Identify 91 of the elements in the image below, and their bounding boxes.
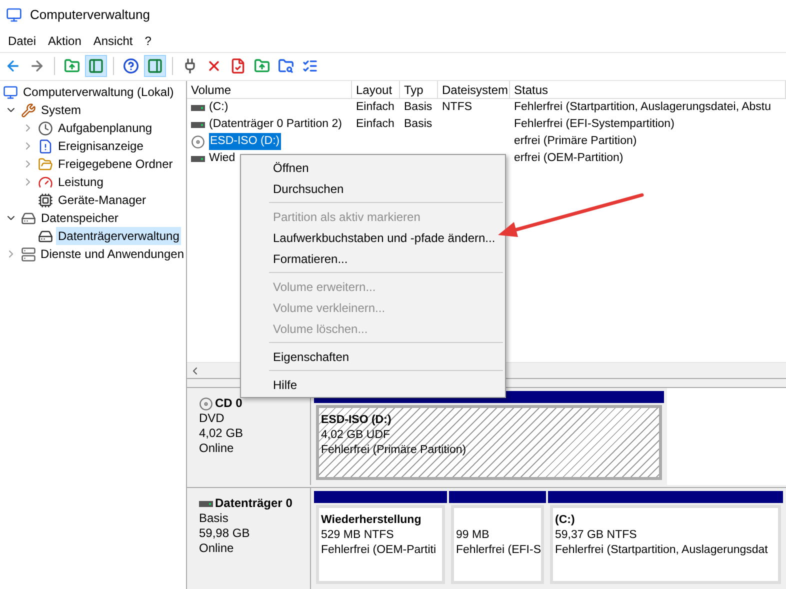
tree-item[interactable]: Computerverwaltung (Lokal)	[21, 83, 176, 101]
drive-icon	[191, 104, 205, 110]
panel-icon	[147, 58, 163, 74]
column-header[interactable]: Layout	[352, 81, 400, 98]
window-title: Computerverwaltung	[30, 6, 150, 24]
document-check-icon	[230, 58, 246, 74]
partition-block[interactable]: Wiederherstellung 529 MB NTFS Fehlerfrei (OEM-Partiti	[316, 505, 445, 584]
document-icon	[38, 138, 53, 154]
tree-item[interactable]: System	[39, 101, 84, 119]
disk-type: Basis	[199, 511, 230, 526]
tree-item[interactable]: Aufgabenplanung	[56, 119, 154, 137]
table-cell-text: Einfach	[356, 100, 394, 115]
disk-size: 59,98 GB	[199, 526, 251, 541]
column-header[interactable]: Dateisystem	[438, 81, 510, 98]
toolbar-button[interactable]	[144, 54, 166, 76]
tree-item[interactable]: Geräte-Manager	[56, 191, 148, 209]
folder-search-icon	[278, 58, 294, 74]
folder-arrow-icon	[254, 58, 270, 74]
menu-item[interactable]: Ansicht	[87, 32, 139, 50]
disk-name: CD 0	[215, 396, 242, 411]
disk-state: Online	[199, 541, 235, 556]
partition-title: ESD-ISO (D:)	[321, 413, 392, 428]
checklist-icon	[302, 58, 318, 74]
menu-item[interactable]: Formatieren...	[241, 248, 505, 269]
drive-icon	[199, 500, 213, 506]
tree-item[interactable]: Leistung	[56, 173, 106, 191]
hard-drive-icon	[21, 210, 36, 226]
table-cell-text: Fehlerfrei (EFI-Systempartition)	[514, 116, 674, 132]
hard-drive-icon	[38, 228, 53, 244]
monitor-icon	[3, 84, 18, 100]
clock-icon	[38, 120, 53, 136]
column-header[interactable]: Volume	[187, 81, 352, 98]
partition-size: 4,02 GB UDF	[321, 428, 392, 443]
disk-state: Online	[199, 441, 235, 456]
app-icon	[6, 7, 22, 23]
plug-icon	[182, 58, 198, 74]
disk-name: Datenträger 0	[215, 496, 292, 511]
table-cell-text: (Datenträger 0 Partition 2)	[209, 116, 342, 132]
tree-item[interactable]: Dienste und Anwendungen	[38, 245, 186, 263]
column-header[interactable]: Typ	[400, 81, 438, 98]
table-cell-text: (C:)	[209, 100, 228, 115]
disk-label-panel[interactable]: CD 0 DVD 4,02 GB Online	[187, 388, 311, 485]
table-cell-text: Einfach	[356, 116, 394, 132]
disk-size: 4,02 GB	[199, 426, 244, 441]
table-cell-text: Basis	[404, 116, 432, 132]
server-icon	[20, 246, 36, 262]
tree-item[interactable]: Ereignisanzeige	[56, 137, 146, 155]
partition-status: Fehlerfrei (EFI-S	[456, 543, 539, 558]
tree-item[interactable]: Freigegebene Ordner	[56, 155, 175, 173]
tree-item[interactable]: Datenträgerverwaltung	[56, 227, 182, 245]
menu-item[interactable]: Aktion	[42, 32, 88, 50]
menu-item[interactable]: Eigenschaften	[241, 346, 505, 367]
partition-size: 529 MB NTFS	[321, 528, 395, 543]
partition-title: (C:)	[555, 513, 576, 528]
partition-block[interactable]: ESD-ISO (D:) 4,02 GB UDF Fehlerfrei (Primäre Partition)	[316, 405, 662, 480]
table-cell-text: Wied	[209, 150, 236, 166]
partition-size: 59,37 GB NTFS	[555, 528, 638, 543]
disc-icon	[191, 134, 205, 148]
menu-item[interactable]: ?	[138, 32, 158, 50]
table-cell-text: erfrei (Primäre Partition)	[514, 134, 637, 149]
folder-up-icon	[64, 58, 80, 74]
partition-block[interactable]: 99 MB Fehlerfrei (EFI-S	[451, 505, 544, 584]
column-header[interactable]: Status	[510, 81, 786, 98]
table-cell-text: NTFS	[442, 100, 472, 115]
wrench-icon	[21, 102, 36, 118]
chip-icon	[38, 192, 53, 208]
help-icon	[123, 58, 139, 74]
partition-status: Fehlerfrei (Primäre Partition)	[321, 443, 468, 458]
drive-icon	[191, 156, 205, 162]
tree-item[interactable]: Datenspeicher	[39, 209, 120, 227]
partition-status: Fehlerfrei (OEM-Partiti	[321, 543, 438, 558]
menu-item[interactable]: Öffnen	[241, 157, 505, 178]
table-cell-text: Basis	[404, 100, 432, 115]
disk-type: DVD	[199, 411, 226, 426]
toolbar-button[interactable]	[85, 54, 107, 76]
menu-item[interactable]: Durchsuchen	[241, 178, 505, 199]
panel-icon	[88, 58, 104, 74]
partition-status: Fehlerfrei (Startpartition, Auslagerungsdat	[555, 543, 769, 558]
table-cell-text: Fehlerfrei (Startpartition, Auslagerungsdatei, Abstu	[514, 100, 771, 115]
table-cell-text: erfrei (OEM-Partition)	[514, 150, 624, 166]
folder-icon	[38, 156, 53, 172]
partition-title: Wiederherstellung	[321, 513, 422, 528]
disk-label-panel[interactable]: Datenträger 0 Basis 59,98 GB Online	[187, 488, 311, 589]
partition-size: 99 MB	[456, 528, 490, 543]
menu-item[interactable]: Laufwerkbuchstaben und -pfade ändern...	[241, 227, 505, 248]
table-cell: ESD-ISO (D:)	[209, 132, 281, 150]
drive-icon	[191, 122, 205, 128]
disc-icon	[199, 396, 213, 410]
menu-item[interactable]: Datei	[2, 32, 42, 50]
partition-block[interactable]: (C:) 59,37 GB NTFS Fehlerfrei (Startpartition, Auslagerungsdat	[550, 505, 781, 584]
gauge-icon	[38, 174, 53, 190]
